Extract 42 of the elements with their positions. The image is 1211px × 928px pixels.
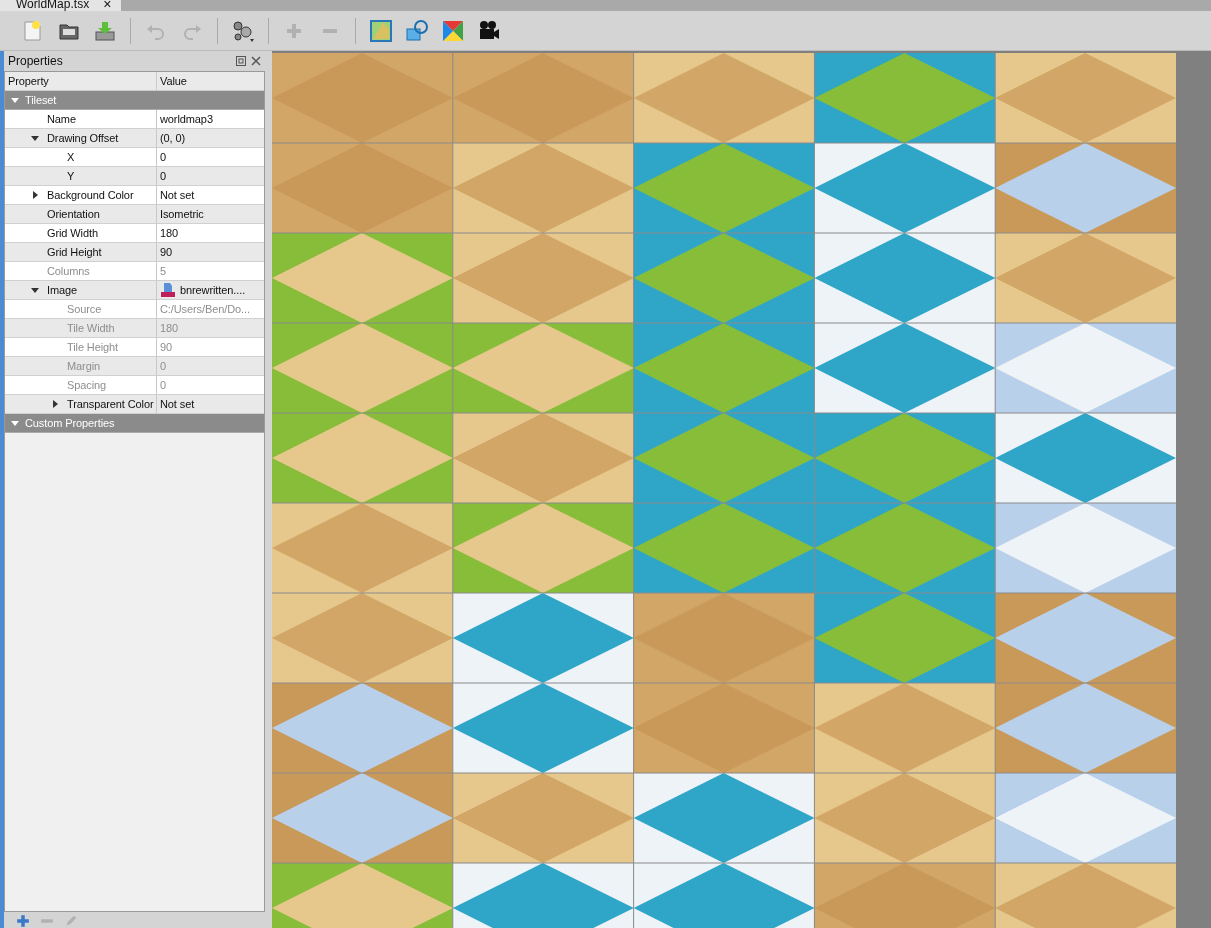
property-value[interactable]: worldmap3: [160, 113, 213, 125]
png-file-icon: [160, 282, 176, 298]
property-value[interactable]: Not set: [160, 189, 195, 201]
column-header[interactable]: Value: [157, 72, 264, 90]
property-value[interactable]: 90: [160, 246, 173, 258]
property-name: Columns: [46, 265, 90, 277]
property-name: Drawing Offset: [46, 132, 119, 144]
document-tab[interactable]: WorldMap.tsx ×: [0, 0, 122, 11]
property-name: Transparent Color: [66, 398, 154, 410]
collapsed-arrow-icon[interactable]: [51, 400, 59, 408]
property-name: Orientation: [46, 208, 100, 220]
float-icon[interactable]: [236, 56, 246, 66]
property-name: Background Color: [46, 189, 134, 201]
property-value[interactable]: Isometric: [160, 208, 204, 220]
property-name: Grid Width: [46, 227, 98, 239]
tab-title: WorldMap.tsx: [16, 0, 90, 11]
group-label: Custom Properties: [25, 417, 115, 429]
collapsed-arrow-icon[interactable]: [31, 191, 39, 199]
property-name: Name: [46, 113, 76, 125]
property-name: Grid Height: [46, 246, 102, 258]
plus-icon[interactable]: [16, 914, 30, 928]
property-value[interactable]: Not set: [160, 398, 195, 410]
close-icon[interactable]: [251, 56, 261, 66]
tab-close-button[interactable]: ×: [103, 0, 112, 11]
expanded-arrow-icon[interactable]: [31, 134, 39, 142]
property-value[interactable]: 0: [160, 170, 167, 182]
property-value[interactable]: 0: [160, 151, 167, 163]
property-name: Tile Height: [66, 341, 119, 353]
panel-title: Properties: [8, 54, 64, 68]
property-name: Image: [46, 284, 78, 296]
expanded-arrow-icon[interactable]: [31, 286, 39, 294]
property-value[interactable]: (0, 0): [160, 132, 186, 144]
property-name: Margin: [66, 360, 101, 372]
property-name: Tile Width: [66, 322, 115, 334]
property-value[interactable]: 180: [160, 227, 179, 239]
group-label: Tileset: [25, 94, 57, 106]
property-name: Spacing: [66, 379, 107, 391]
column-header[interactable]: Property: [5, 72, 157, 90]
property-name: Y: [66, 170, 75, 182]
property-name: X: [66, 151, 75, 163]
property-name: Source: [66, 303, 102, 315]
property-value[interactable]: bnrewritten....: [180, 284, 246, 296]
